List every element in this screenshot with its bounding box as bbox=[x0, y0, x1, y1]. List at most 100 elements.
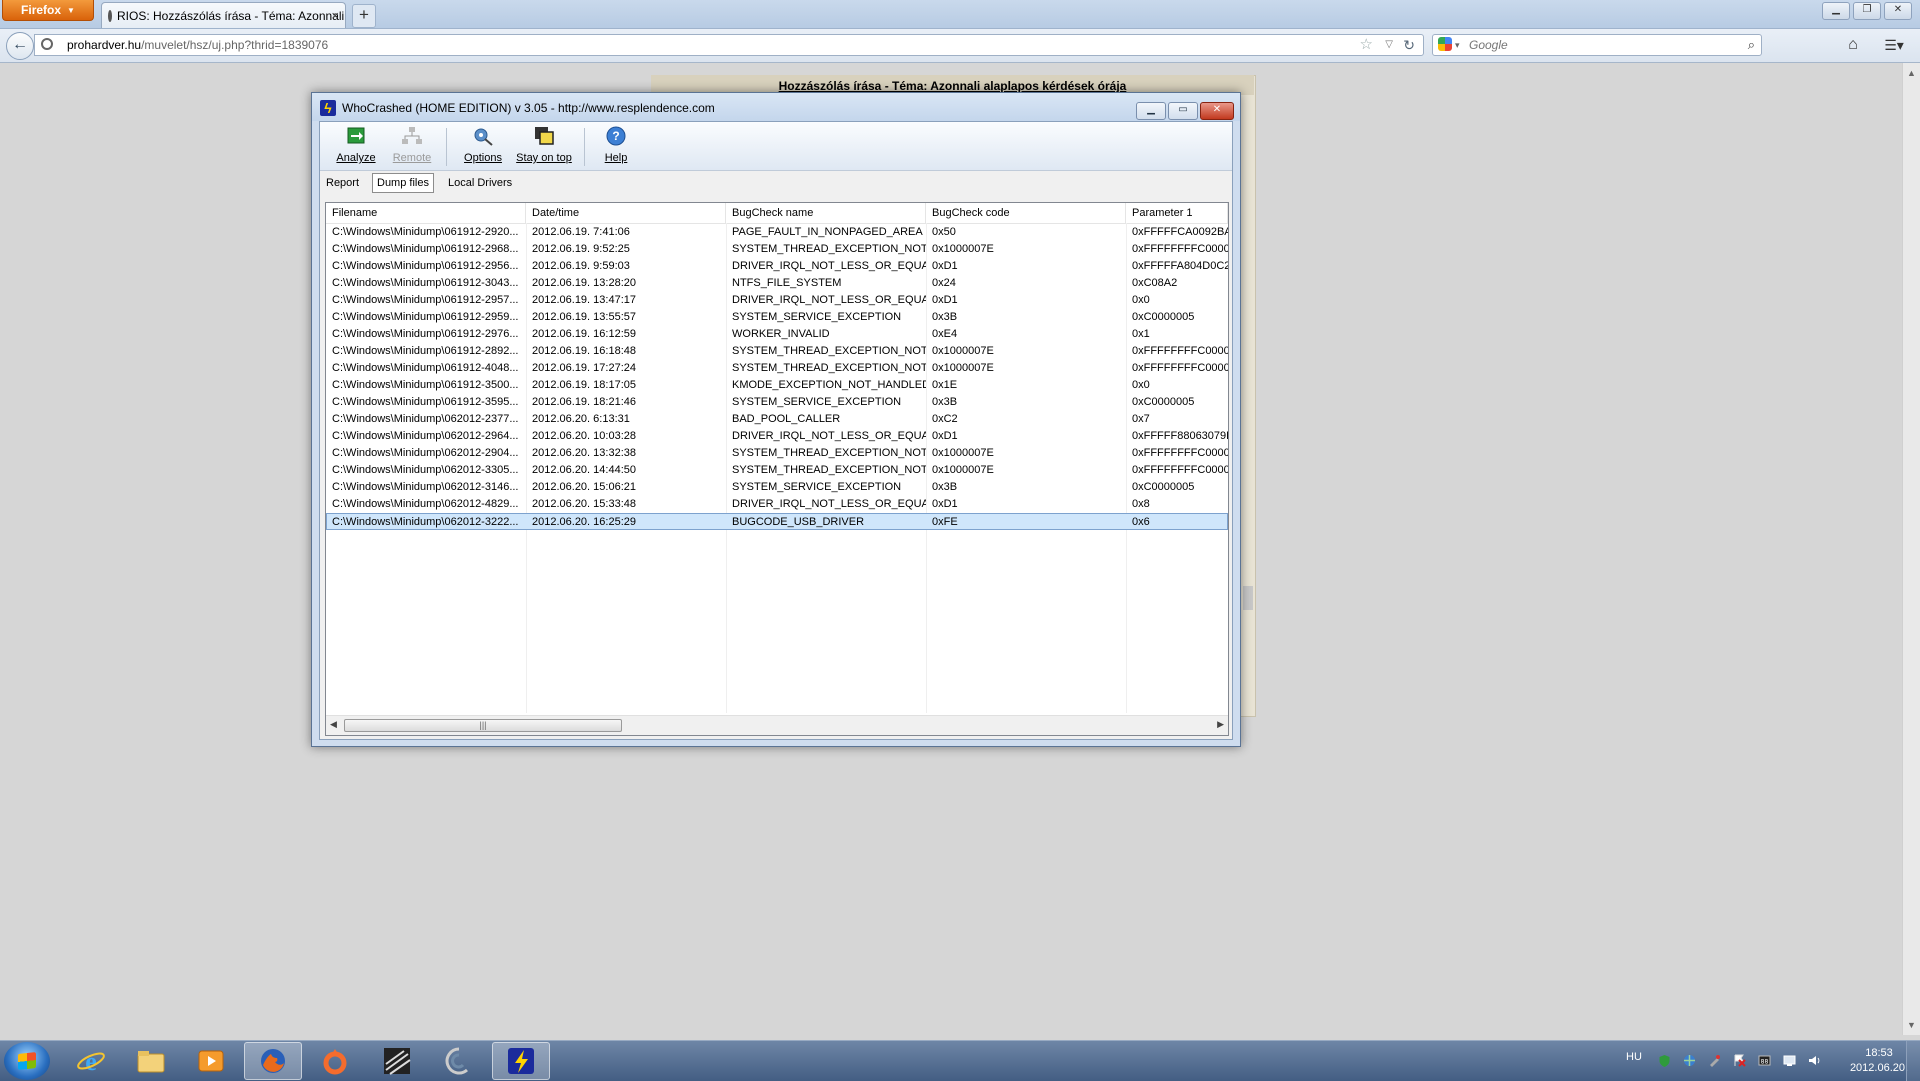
input-language-indicator[interactable]: HU bbox=[1626, 1051, 1642, 1063]
winamp-icon[interactable] bbox=[368, 1042, 426, 1080]
table-row[interactable]: C:\Windows\Minidump\061912-2957... 2012.0… bbox=[326, 292, 1228, 309]
list-rows: C:\Windows\Minidump\061912-2920... 2012.0… bbox=[326, 224, 1228, 530]
network-globe-icon[interactable] bbox=[1683, 1054, 1696, 1067]
horizontal-scroll-thumb[interactable]: ||| bbox=[344, 719, 622, 732]
table-row[interactable]: C:\Windows\Minidump\061912-2968... 2012.0… bbox=[326, 241, 1228, 258]
parameter-1-cell: 0xC0000005 bbox=[1132, 481, 1195, 493]
table-row[interactable]: C:\Windows\Minidump\062012-2964... 2012.0… bbox=[326, 428, 1228, 445]
url-bar[interactable]: prohardver.hu/muvelet/hsz/uj.php?thrid=1… bbox=[34, 34, 1424, 56]
parameter-1-cell: 0x7 bbox=[1132, 413, 1150, 425]
action-center-flag-icon[interactable] bbox=[1733, 1054, 1746, 1067]
origin-icon[interactable] bbox=[306, 1042, 364, 1080]
bugcheck-name-cell: SYSTEM_SERVICE_EXCEPTION bbox=[732, 396, 902, 408]
start-orb-icon[interactable] bbox=[4, 1042, 50, 1080]
url-domain: prohardver.hu bbox=[67, 38, 142, 52]
bookmarks-menu-icon[interactable]: ☰▾ bbox=[1876, 34, 1912, 56]
close-window-button[interactable]: ✕ bbox=[1884, 2, 1912, 20]
parameter-1-cell: 0xC08A2 bbox=[1132, 277, 1178, 289]
browser-tab[interactable]: RIOS: Hozzászólás írása - Téma: Azonnali… bbox=[101, 2, 346, 28]
table-row[interactable]: C:\Windows\Minidump\061912-2959... 2012.0… bbox=[326, 309, 1228, 326]
close-button[interactable]: ✕ bbox=[1200, 102, 1234, 120]
datetime-cell: 2012.06.19. 13:55:57 bbox=[532, 311, 636, 323]
close-tab-icon[interactable]: × bbox=[331, 8, 339, 23]
stay-on-top-button[interactable]: Stay on top bbox=[512, 126, 576, 164]
scroll-down-icon[interactable]: ▼ bbox=[1907, 1020, 1916, 1030]
scroll-right-icon[interactable]: ▶ bbox=[1217, 719, 1224, 730]
options-label: Options bbox=[464, 152, 502, 164]
table-row[interactable]: C:\Windows\Minidump\061912-3595... 2012.0… bbox=[326, 394, 1228, 411]
bugcheck-code-cell: 0x1000007E bbox=[932, 345, 994, 357]
new-tab-button[interactable]: + bbox=[352, 4, 376, 28]
back-button[interactable]: ← bbox=[6, 32, 34, 60]
help-button[interactable]: ? Help bbox=[596, 126, 636, 164]
shield-icon[interactable] bbox=[1658, 1054, 1671, 1067]
whocrashed-titlebar[interactable]: ϟ WhoCrashed (HOME EDITION) v 3.05 - htt… bbox=[312, 93, 1240, 121]
scroll-up-icon[interactable]: ▲ bbox=[1907, 68, 1916, 78]
tools-icon[interactable] bbox=[1708, 1054, 1721, 1067]
volume-icon[interactable] bbox=[1808, 1054, 1821, 1067]
analyze-button[interactable]: Analyze bbox=[332, 126, 380, 164]
search-box[interactable]: ▾ Google ⌕ bbox=[1432, 34, 1762, 56]
column-header-datetime[interactable]: Date/time bbox=[526, 203, 726, 223]
options-button[interactable]: Options bbox=[458, 126, 508, 164]
site-identity-icon[interactable] bbox=[41, 38, 53, 50]
maximize-button[interactable]: ▭ bbox=[1168, 102, 1198, 120]
table-row[interactable]: C:\Windows\Minidump\062012-3222... 2012.0… bbox=[326, 513, 1228, 530]
column-header-parameter-1[interactable]: Parameter 1 bbox=[1126, 203, 1228, 223]
table-row[interactable]: C:\Windows\Minidump\061912-2956... 2012.0… bbox=[326, 258, 1228, 275]
firefox-icon[interactable] bbox=[244, 1042, 302, 1080]
tab-local-drivers[interactable]: Local Drivers bbox=[444, 173, 516, 193]
reload-icon[interactable]: ↻ bbox=[1403, 35, 1415, 55]
minimize-window-button[interactable]: ▁ bbox=[1822, 2, 1850, 20]
windows-explorer-icon[interactable] bbox=[122, 1042, 180, 1080]
datetime-cell: 2012.06.20. 16:25:29 bbox=[532, 516, 636, 528]
bugcheck-name-cell: SYSTEM_THREAD_EXCEPTION_NOT... bbox=[732, 464, 926, 476]
internet-explorer-icon[interactable]: e bbox=[62, 1042, 120, 1080]
table-row[interactable]: C:\Windows\Minidump\062012-3305... 2012.0… bbox=[326, 462, 1228, 479]
table-row[interactable]: C:\Windows\Minidump\061912-3043... 2012.0… bbox=[326, 275, 1228, 292]
parameter-1-cell: 0xFFFFFFFFC00000 bbox=[1132, 362, 1228, 374]
google-icon[interactable] bbox=[1438, 37, 1452, 51]
history-dropdown-icon[interactable]: ▽ bbox=[1385, 35, 1393, 55]
hardware-monitor-icon[interactable]: 88 bbox=[1758, 1054, 1771, 1067]
chrome-dragon-icon[interactable] bbox=[430, 1042, 488, 1080]
whocrashed-icon[interactable] bbox=[492, 1042, 550, 1080]
bugcheck-name-cell: DRIVER_IRQL_NOT_LESS_OR_EQUAL bbox=[732, 498, 926, 510]
whocrashed-client-area: Analyze Remote Options Stay on top ? Hel… bbox=[319, 121, 1233, 740]
table-row[interactable]: C:\Windows\Minidump\061912-2920... 2012.0… bbox=[326, 224, 1228, 241]
show-desktop-button[interactable] bbox=[1906, 1041, 1920, 1081]
table-row[interactable]: C:\Windows\Minidump\061912-2976... 2012.0… bbox=[326, 326, 1228, 343]
tab-report[interactable]: Report bbox=[322, 173, 363, 193]
table-row[interactable]: C:\Windows\Minidump\061912-3500... 2012.0… bbox=[326, 377, 1228, 394]
home-icon[interactable]: ⌂ bbox=[1840, 34, 1866, 56]
search-icon[interactable]: ⌕ bbox=[1748, 35, 1755, 55]
dump-files-list[interactable]: Filename Date/time BugCheck name BugChec… bbox=[325, 202, 1229, 736]
table-row[interactable]: C:\Windows\Minidump\062012-3146... 2012.0… bbox=[326, 479, 1228, 496]
restore-window-button[interactable]: ❐ bbox=[1853, 2, 1881, 20]
minimize-button[interactable]: ▁ bbox=[1136, 102, 1166, 120]
media-player-icon[interactable] bbox=[182, 1042, 240, 1080]
table-row[interactable]: C:\Windows\Minidump\061912-2892... 2012.0… bbox=[326, 343, 1228, 360]
analyze-label: Analyze bbox=[336, 152, 376, 164]
table-row[interactable]: C:\Windows\Minidump\061912-4048... 2012.0… bbox=[326, 360, 1228, 377]
system-clock[interactable]: 18:53 2012.06.20. bbox=[1845, 1046, 1913, 1076]
engine-dropdown-icon[interactable]: ▾ bbox=[1455, 35, 1460, 55]
column-header-bugcheck-code[interactable]: BugCheck code bbox=[926, 203, 1126, 223]
page-inner-scroll-thumb[interactable] bbox=[1243, 586, 1253, 610]
firefox-menu-button[interactable]: Firefox ▼ bbox=[2, 0, 94, 21]
horizontal-scrollbar[interactable]: ◀ ||| ▶ bbox=[326, 715, 1228, 735]
bugcheck-code-cell: 0x1000007E bbox=[932, 464, 994, 476]
table-row[interactable]: C:\Windows\Minidump\062012-2904... 2012.0… bbox=[326, 445, 1228, 462]
column-header-filename[interactable]: Filename bbox=[326, 203, 526, 223]
tab-strip: Report Dump files Local Drivers bbox=[320, 171, 1232, 195]
page-vertical-scrollbar[interactable]: ▲ ▼ bbox=[1902, 63, 1920, 1035]
column-header-bugcheck-name[interactable]: BugCheck name bbox=[726, 203, 926, 223]
table-row[interactable]: C:\Windows\Minidump\062012-2377... 2012.0… bbox=[326, 411, 1228, 428]
scroll-left-icon[interactable]: ◀ bbox=[330, 719, 337, 730]
remote-button[interactable]: Remote bbox=[388, 126, 436, 164]
bugcheck-name-cell: SYSTEM_SERVICE_EXCEPTION bbox=[732, 311, 902, 323]
tab-dump-files[interactable]: Dump files bbox=[372, 173, 434, 193]
table-row[interactable]: C:\Windows\Minidump\062012-4829... 2012.0… bbox=[326, 496, 1228, 513]
bookmark-star-icon[interactable]: ☆ bbox=[1360, 35, 1373, 55]
display-icon[interactable] bbox=[1783, 1054, 1796, 1067]
